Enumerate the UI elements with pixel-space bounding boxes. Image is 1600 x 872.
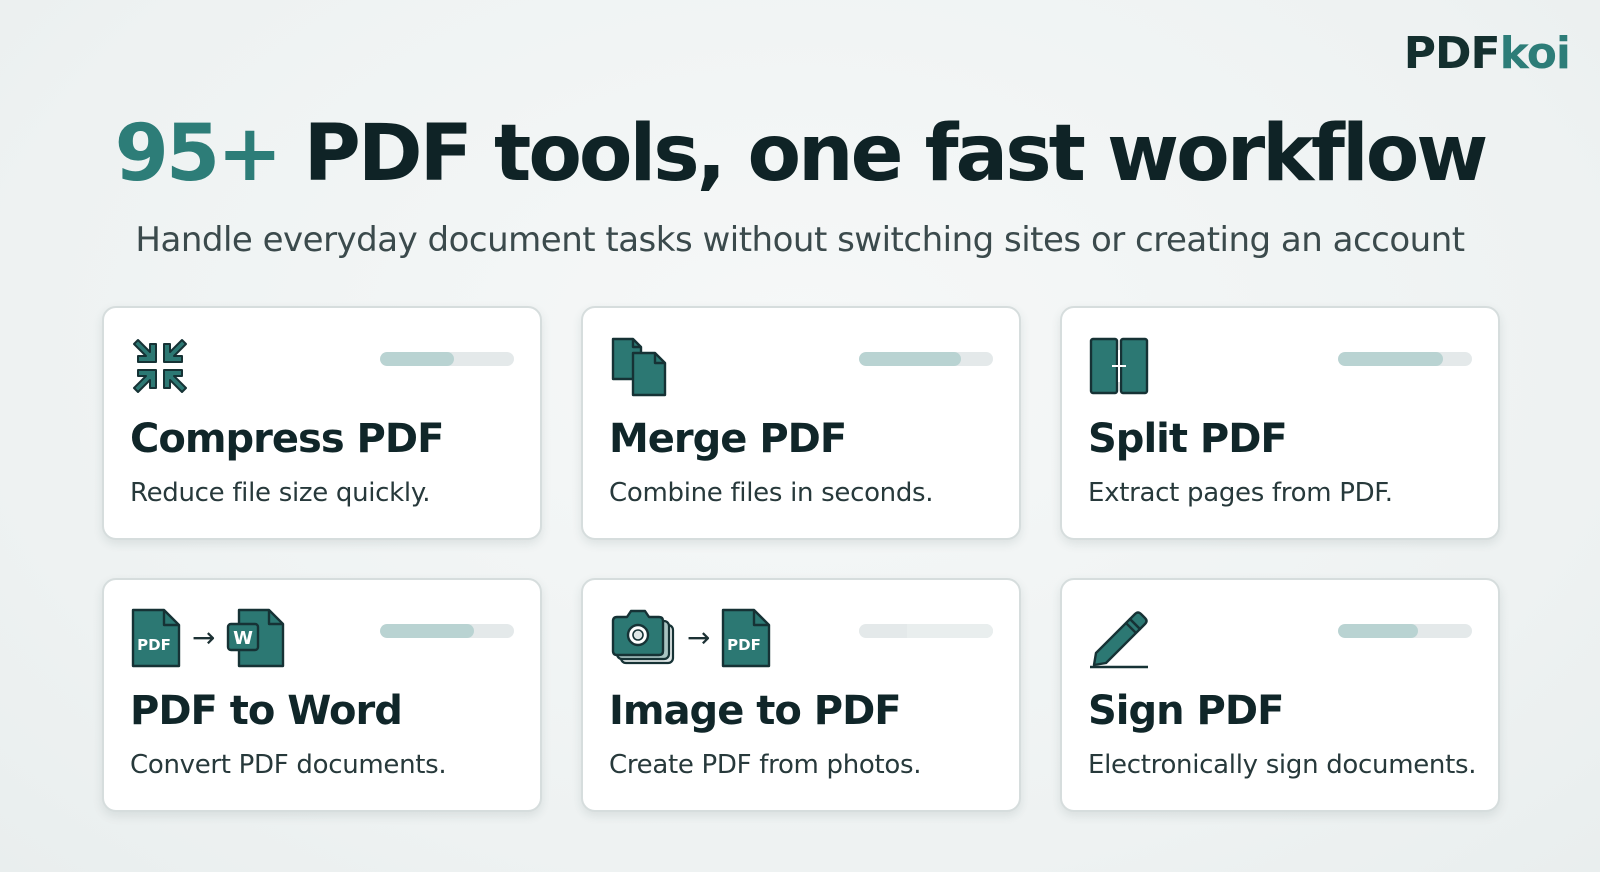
word-file-icon: W bbox=[227, 608, 285, 668]
progress-bar-fill bbox=[1338, 352, 1443, 366]
progress-bar-fill bbox=[859, 352, 961, 366]
hero-headline-accent: 95+ bbox=[114, 109, 283, 199]
progress-bar-fill bbox=[1338, 624, 1419, 638]
progress-bar-fill bbox=[907, 624, 993, 638]
hero-subhead: Handle everyday document tasks without s… bbox=[135, 220, 1465, 260]
tool-title: PDF to Word bbox=[130, 688, 403, 734]
tool-title: Compress PDF bbox=[130, 416, 444, 462]
brand-logo[interactable]: PDFkoi bbox=[1403, 28, 1571, 79]
split-document-icon bbox=[1088, 334, 1150, 398]
word-file-label: W bbox=[234, 628, 254, 649]
merge-documents-icon bbox=[609, 334, 669, 398]
tool-card-image-to-pdf[interactable]: → PDF Image to PDF Create PDF from photo… bbox=[581, 578, 1021, 812]
compress-arrows-icon bbox=[130, 334, 190, 398]
tool-description: Reduce file size quickly. bbox=[130, 478, 431, 508]
pdf-file-label: PDF bbox=[137, 636, 171, 654]
camera-photos-icon bbox=[611, 609, 675, 665]
tool-card-sign[interactable]: Sign PDF Electronically sign documents. bbox=[1060, 578, 1500, 812]
tool-description: Electronically sign documents. bbox=[1088, 750, 1477, 780]
arrow-right-icon: → bbox=[687, 621, 711, 654]
progress-bar bbox=[1338, 624, 1472, 638]
hero-headline-rest: PDF tools, one fast workflow bbox=[279, 109, 1489, 199]
pdf-file-label: PDF bbox=[728, 636, 762, 654]
tool-title: Split PDF bbox=[1088, 416, 1288, 462]
brand-logo-part1: PDF bbox=[1403, 28, 1501, 79]
image-to-pdf-icon: → PDF bbox=[609, 606, 772, 670]
tool-description: Create PDF from photos. bbox=[609, 750, 922, 780]
tool-card-merge[interactable]: Merge PDF Combine files in seconds. bbox=[581, 306, 1021, 540]
tool-description: Combine files in seconds. bbox=[609, 478, 934, 508]
tools-grid: Compress PDF Reduce file size quickly. M… bbox=[102, 306, 1500, 812]
arrow-right-icon: → bbox=[192, 621, 216, 654]
progress-bar-fill bbox=[380, 352, 454, 366]
progress-bar bbox=[1338, 352, 1472, 366]
tool-description: Convert PDF documents. bbox=[130, 750, 447, 780]
tool-title: Image to PDF bbox=[609, 688, 902, 734]
hero-headline: 95+ PDF tools, one fast workflow bbox=[0, 106, 1600, 202]
pdf-file-icon: PDF bbox=[722, 608, 771, 668]
pen-sign-icon bbox=[1088, 606, 1150, 670]
pdf-to-word-icon: PDF → W bbox=[130, 606, 287, 670]
tool-card-compress[interactable]: Compress PDF Reduce file size quickly. bbox=[102, 306, 542, 540]
progress-bar-fill bbox=[380, 624, 474, 638]
progress-bar bbox=[859, 624, 993, 638]
tool-title: Merge PDF bbox=[609, 416, 847, 462]
progress-bar bbox=[380, 624, 514, 638]
progress-bar bbox=[380, 352, 514, 366]
tool-card-split[interactable]: Split PDF Extract pages from PDF. bbox=[1060, 306, 1500, 540]
tool-title: Sign PDF bbox=[1088, 688, 1284, 734]
tool-card-pdf-to-word[interactable]: PDF → W PDF to Word Convert PDF document… bbox=[102, 578, 542, 812]
progress-bar bbox=[859, 352, 993, 366]
tool-description: Extract pages from PDF. bbox=[1088, 478, 1393, 508]
brand-logo-part2: koi bbox=[1499, 28, 1571, 79]
pdf-file-icon: PDF bbox=[131, 608, 181, 668]
